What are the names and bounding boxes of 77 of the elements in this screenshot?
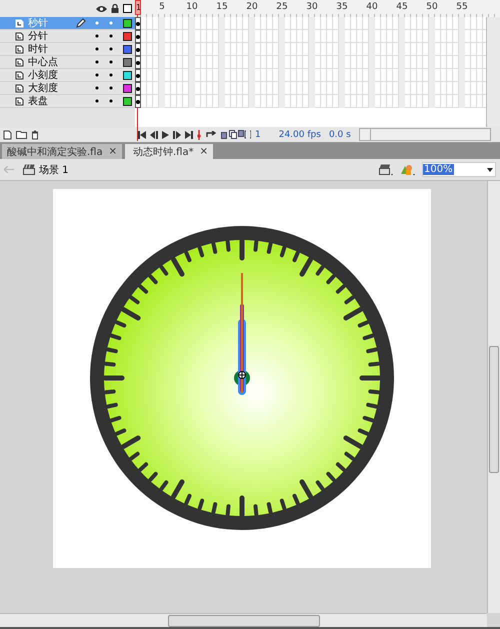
layer-name[interactable]: 中心点 <box>24 55 90 69</box>
layer-name[interactable]: 大刻度 <box>24 81 90 95</box>
keyframe-marker[interactable] <box>135 95 141 108</box>
layer-color-swatch[interactable] <box>123 44 132 54</box>
frame-number: 35 <box>335 1 349 14</box>
layer-color-swatch[interactable] <box>123 96 132 106</box>
frame-number: 5 <box>158 1 166 14</box>
registration-point-icon <box>238 371 246 379</box>
eye-icon[interactable] <box>96 4 107 12</box>
frame-number: 55 <box>455 1 469 14</box>
layer-color-swatch[interactable] <box>123 70 132 80</box>
edit-scene-icon[interactable] <box>379 164 394 176</box>
layer-row[interactable]: 中心点 <box>0 56 135 69</box>
outline-icon[interactable] <box>123 4 132 13</box>
current-frame[interactable]: 1 <box>255 130 261 140</box>
horizontal-scrollbar[interactable] <box>0 613 487 627</box>
last-frame-icon[interactable] <box>185 130 193 138</box>
layer-icon <box>15 96 24 106</box>
layer-color-swatch[interactable] <box>123 32 132 40</box>
vertical-scrollbar[interactable] <box>487 181 500 613</box>
layer-color-swatch[interactable] <box>123 58 132 66</box>
layer-icon <box>15 18 24 28</box>
frame-number: 50 <box>425 1 439 14</box>
frame-number: 20 <box>245 1 259 14</box>
layer-icon <box>15 58 24 66</box>
step-back-icon[interactable] <box>150 130 158 138</box>
zoom-field[interactable]: 100% <box>422 162 496 177</box>
layer-row[interactable]: 分针 <box>0 30 135 43</box>
clock-hand-drawing[interactable] <box>234 273 250 395</box>
keyframe-marker[interactable] <box>135 69 141 82</box>
center-frame-icon[interactable] <box>197 130 201 140</box>
layer-row[interactable]: 小刻度 <box>0 69 135 82</box>
horizontal-scrollbar[interactable] <box>358 128 491 141</box>
loop-icon[interactable] <box>205 130 217 138</box>
frame-number: 30 <box>305 1 319 14</box>
new-layer-icon[interactable] <box>3 130 12 140</box>
folder-icon[interactable] <box>16 130 27 138</box>
onion-skin-icon[interactable] <box>221 130 251 139</box>
layer-icon <box>15 84 24 92</box>
frame-number: 10 <box>185 1 199 14</box>
frame-number: 15 <box>215 1 229 14</box>
close-icon[interactable]: × <box>200 146 208 157</box>
frame-number: 40 <box>365 1 379 14</box>
layer-row[interactable]: 表盘 <box>0 95 135 108</box>
document-tab[interactable]: 动态时钟.fla* × <box>125 144 213 159</box>
layer-icon <box>15 44 24 54</box>
keyframe-marker[interactable] <box>135 43 141 56</box>
layer-row[interactable]: 大刻度 <box>0 82 135 95</box>
clapperboard-icon <box>23 164 35 175</box>
layer-color-swatch[interactable] <box>123 18 132 28</box>
frame-rate[interactable]: 24.00 fps <box>278 130 321 140</box>
layer-name[interactable]: 时针 <box>24 42 90 56</box>
keyframe-marker[interactable] <box>135 17 141 30</box>
document-tab[interactable]: 酸碱中和滴定实验.fla × <box>2 144 122 159</box>
vertical-scrollbar[interactable] <box>486 17 500 127</box>
layer-name[interactable]: 小刻度 <box>24 68 90 82</box>
close-icon[interactable]: × <box>108 146 117 157</box>
keyframe-marker[interactable] <box>135 30 141 43</box>
frame-number: 45 <box>395 1 409 14</box>
lock-icon[interactable] <box>111 4 119 13</box>
dropdown-caret-icon[interactable] <box>487 168 493 172</box>
frame-number: 25 <box>275 1 289 14</box>
layer-icon <box>15 32 24 40</box>
play-icon[interactable] <box>162 130 169 138</box>
first-frame-icon[interactable] <box>138 130 146 138</box>
layer-row[interactable]: 时针 <box>0 43 135 56</box>
step-forward-icon[interactable] <box>173 130 181 138</box>
layer-name[interactable]: 表盘 <box>24 94 90 108</box>
keyframe-marker[interactable] <box>135 56 141 69</box>
layer-color-swatch[interactable] <box>123 84 132 92</box>
elapsed-time: 0.0 s <box>328 130 351 140</box>
layer-name[interactable]: 分针 <box>24 29 90 43</box>
layer-icon <box>15 70 24 80</box>
frame-number: 1 <box>135 0 141 15</box>
scene-label[interactable]: 场景 1 <box>39 162 69 176</box>
trash-icon[interactable] <box>31 130 39 140</box>
keyframe-marker[interactable] <box>135 82 141 95</box>
